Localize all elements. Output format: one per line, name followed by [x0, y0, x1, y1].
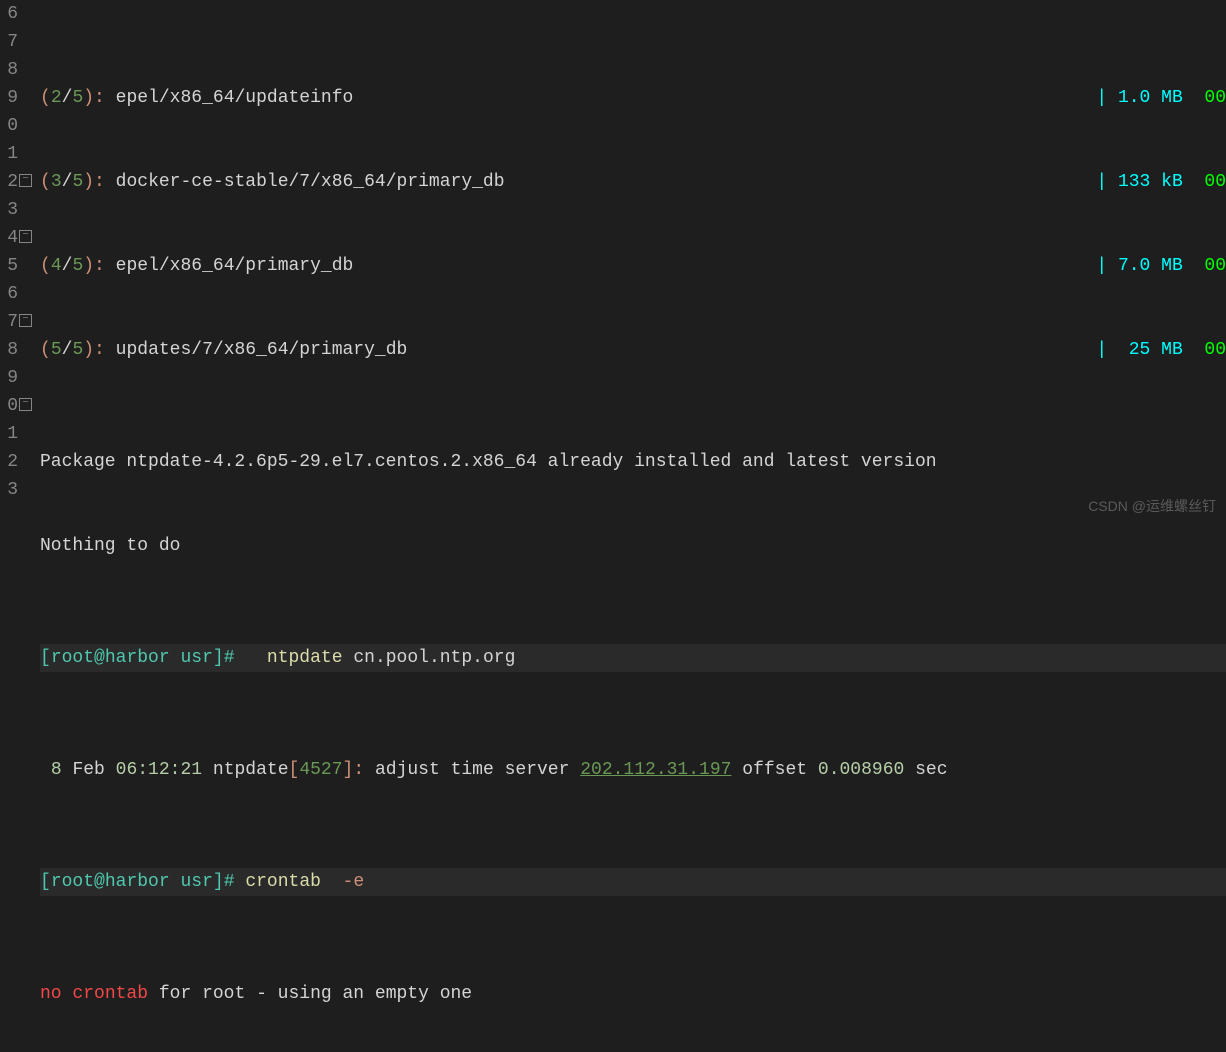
line-number: 6 [7, 284, 18, 304]
line-number: 5 [7, 256, 18, 276]
line-number: 7 [7, 32, 18, 52]
line-number: 8 [7, 60, 18, 80]
line-number-gutter: 6 7 8 9 0 1 2− 3 4− 5 6 7− 8 9 0− 1 2 3 [0, 0, 22, 526]
line-number: 7 [7, 312, 18, 332]
output-line: Nothing to do [40, 532, 1226, 560]
line-number: 0 [7, 396, 18, 416]
line-number: 0 [7, 116, 18, 136]
terminal-editor[interactable]: 6 7 8 9 0 1 2− 3 4− 5 6 7− 8 9 0− 1 2 3 … [0, 0, 1226, 526]
line-number: 8 [7, 340, 18, 360]
output-line: (4/5): epel/x86_64/primary_db| 7.0 MB 00 [40, 252, 1226, 280]
line-number: 2 [7, 452, 18, 472]
line-number: 9 [7, 88, 18, 108]
line-number: 9 [7, 368, 18, 388]
terminal-content[interactable]: (2/5): epel/x86_64/updateinfo| 1.0 MB 00… [22, 0, 1226, 526]
output-line: (3/5): docker-ce-stable/7/x86_64/primary… [40, 168, 1226, 196]
line-number: 3 [7, 480, 18, 500]
line-number: 1 [7, 424, 18, 444]
line-number: 2 [7, 172, 18, 192]
output-line: no crontab for root - using an empty one [40, 980, 1226, 1008]
line-number: 3 [7, 200, 18, 220]
output-line: 8 Feb 06:12:21 ntpdate[4527]: adjust tim… [40, 756, 1226, 784]
line-number: 4 [7, 228, 18, 248]
watermark: CSDN @运维螺丝钉 [1088, 492, 1216, 520]
prompt-line: [root@harbor usr]# ntpdate cn.pool.ntp.o… [40, 644, 1226, 672]
line-number: 1 [7, 144, 18, 164]
output-line: (2/5): epel/x86_64/updateinfo| 1.0 MB 00 [40, 84, 1226, 112]
prompt-line: [root@harbor usr]# crontab -e [40, 868, 1226, 896]
output-line: (5/5): updates/7/x86_64/primary_db| 25 M… [40, 336, 1226, 364]
line-number: 6 [7, 4, 18, 24]
output-line: Package ntpdate-4.2.6p5-29.el7.centos.2.… [40, 448, 1226, 476]
